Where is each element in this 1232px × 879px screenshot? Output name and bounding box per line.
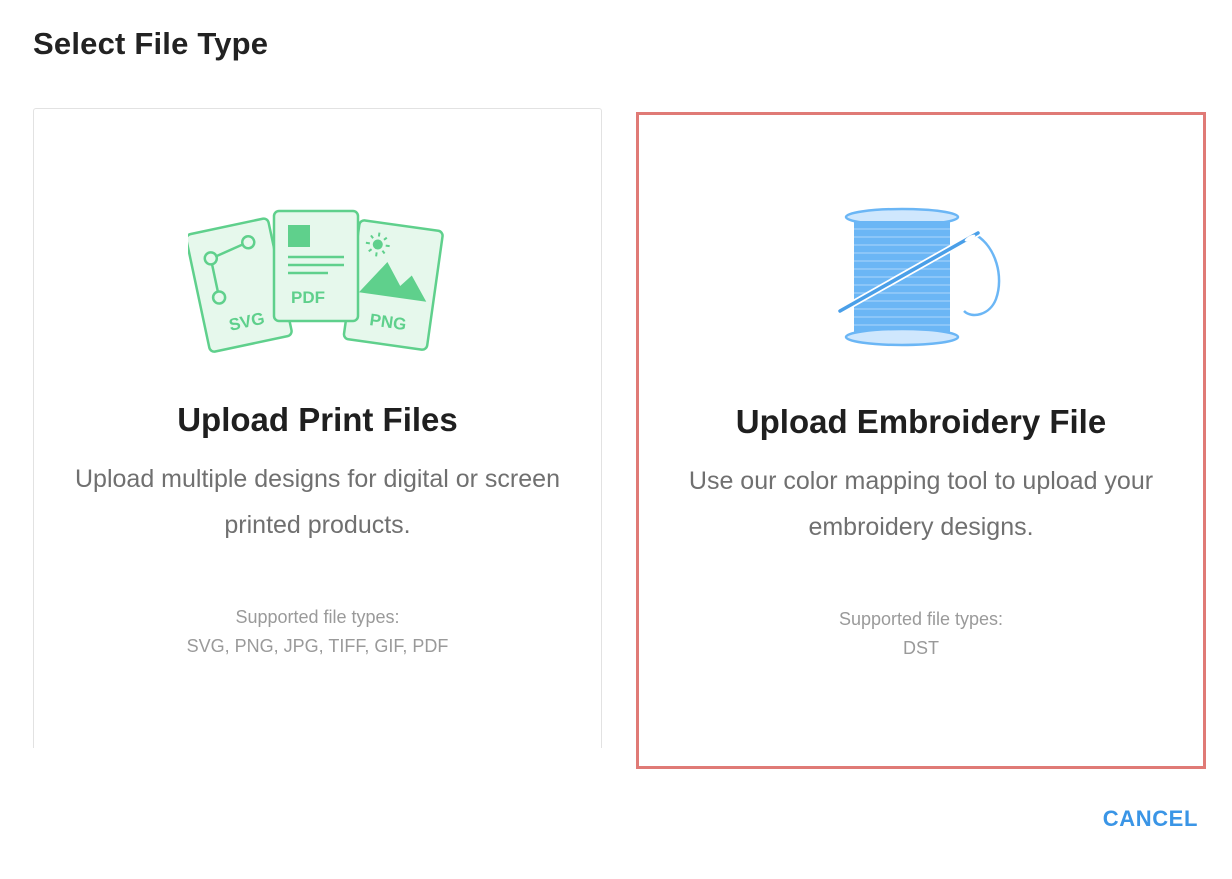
embroidery-supported-label: Supported file types: bbox=[838, 609, 1004, 629]
dialog-title: Select File Type bbox=[33, 26, 269, 61]
print-files-icon: SVG PNG PDF bbox=[187, 209, 444, 353]
print-card-title: Upload Print Files bbox=[177, 401, 458, 438]
upload-print-files-card[interactable]: SVG PNG PDF Upload Print Files Upload mu… bbox=[33, 108, 602, 748]
print-supported-list: SVG, PNG, JPG, TIFF, GIF, PDF bbox=[186, 636, 449, 656]
print-card-description: Upload multiple designs for digital or s… bbox=[75, 465, 560, 539]
cancel-button[interactable]: CANCEL bbox=[1103, 806, 1198, 832]
embroidery-card-description: Use our color mapping tool to upload you… bbox=[688, 467, 1154, 541]
upload-embroidery-file-card[interactable]: Upload Embroidery File Use our color map… bbox=[636, 112, 1206, 769]
embroidery-supported-types: Supported file types: DST bbox=[639, 605, 1203, 663]
print-supported-label: Supported file types: bbox=[235, 607, 400, 627]
select-file-type-dialog: Select File Type SVG PNG PDF Upload Prin… bbox=[0, 0, 1232, 879]
embroidery-card-title: Upload Embroidery File bbox=[735, 403, 1107, 440]
thread-spool-icon bbox=[836, 207, 1001, 347]
embroidery-supported-list: DST bbox=[903, 638, 939, 658]
pdf-file-label: PDF bbox=[291, 288, 325, 307]
print-supported-types: Supported file types: SVG, PNG, JPG, TIF… bbox=[34, 603, 601, 661]
